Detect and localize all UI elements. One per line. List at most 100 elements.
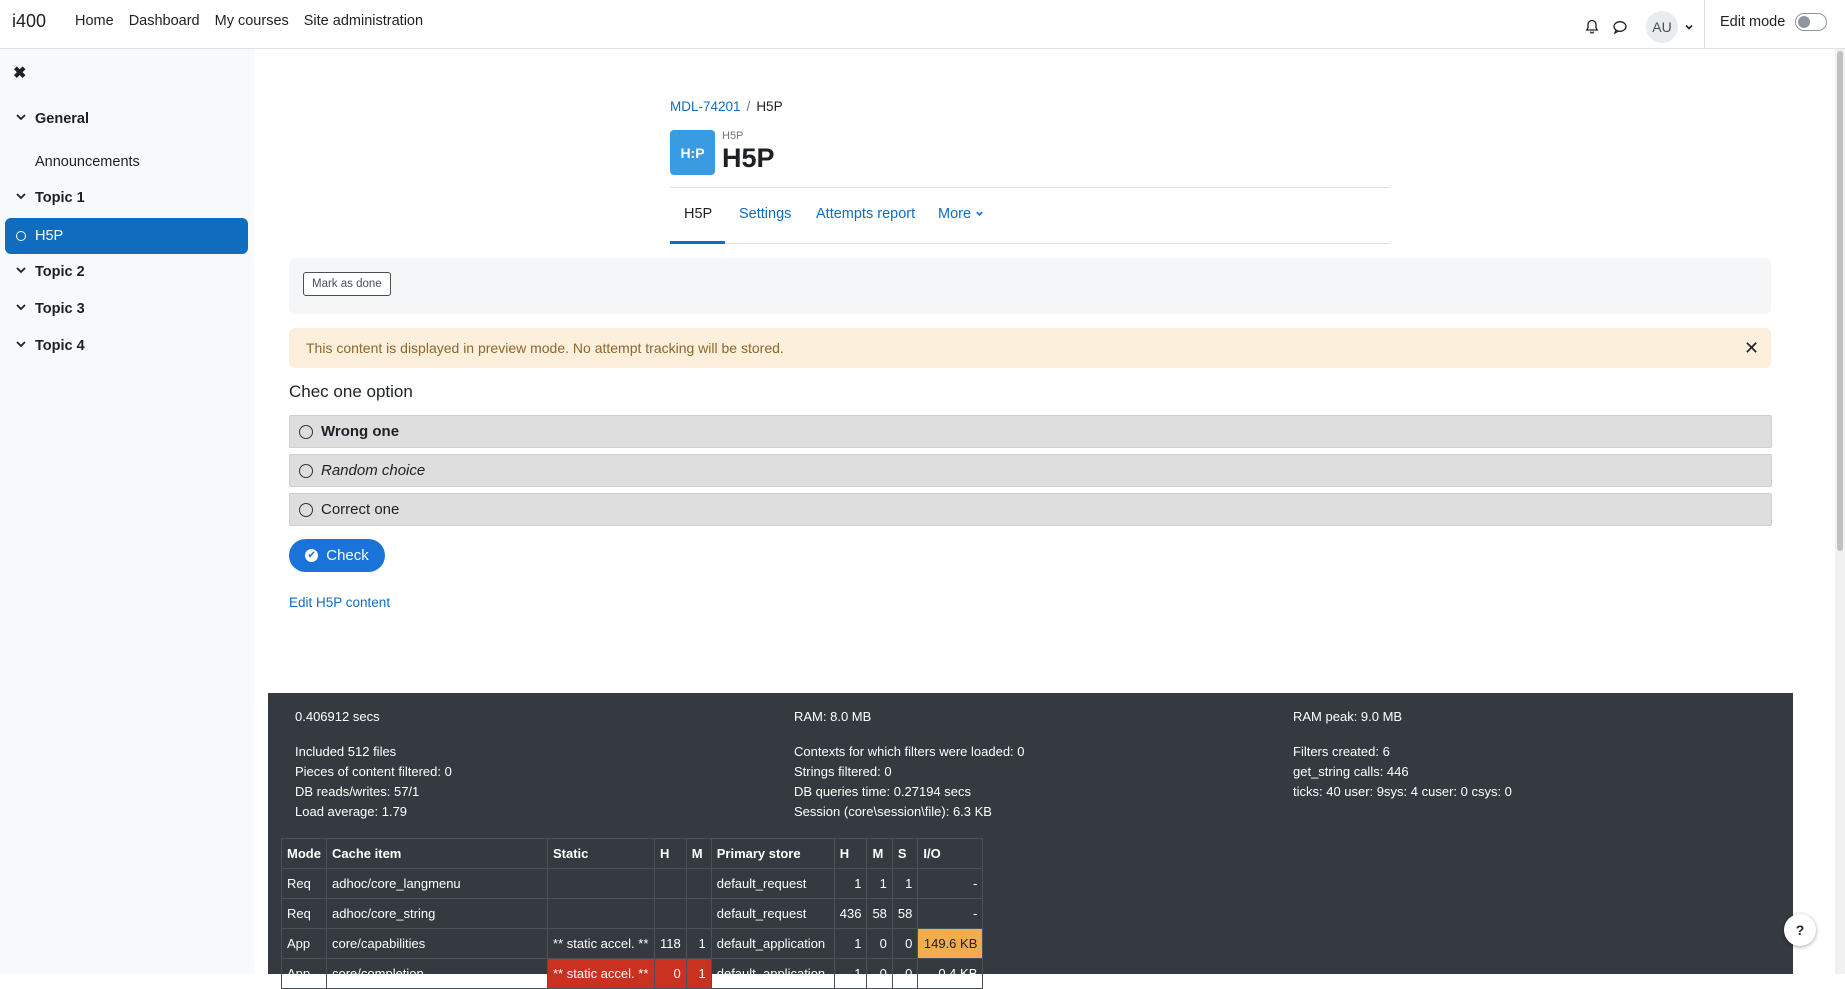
help-button[interactable]: ? (1784, 914, 1816, 946)
cache-stats-table: Mode Cache item Static H M Primary store… (281, 838, 984, 989)
user-nav: AU (1578, 11, 1694, 43)
nav-dashboard[interactable]: Dashboard (129, 13, 200, 29)
radio-icon[interactable] (299, 425, 313, 439)
chevron-down-icon[interactable] (1684, 19, 1694, 36)
perf-stat: Contexts for which filters were loaded: … (794, 744, 1025, 759)
edit-mode-toggle[interactable] (1795, 13, 1828, 31)
table-cell (547, 868, 655, 899)
breadcrumb-course[interactable]: MDL-74201 (670, 99, 741, 114)
tab-more[interactable]: More (938, 206, 984, 222)
perf-stat: Strings filtered: 0 (794, 764, 892, 779)
section-topic-4[interactable]: Topic 4 (0, 328, 254, 364)
answer-option[interactable]: Correct one (289, 493, 1772, 526)
table-cell: - (917, 898, 984, 929)
nav-site-administration[interactable]: Site administration (304, 13, 423, 29)
tab-h5p[interactable]: H5P (684, 206, 712, 222)
completion-circle-icon (16, 231, 26, 241)
column-header: M (866, 838, 893, 869)
section-general[interactable]: General (0, 101, 254, 137)
table-cell: default_application (710, 928, 835, 959)
perf-stat: Included 512 files (295, 744, 397, 759)
radio-icon[interactable] (299, 503, 313, 517)
section-topic-3[interactable]: Topic 3 (0, 291, 254, 327)
site-brand[interactable]: i400 (12, 11, 46, 32)
table-cell: 58 (866, 898, 893, 929)
table-cell: 1 (833, 868, 868, 899)
tab-settings[interactable]: Settings (739, 206, 791, 222)
table-cell: adhoc/core_string (326, 898, 548, 929)
section-topic-2[interactable]: Topic 2 (0, 254, 254, 290)
close-icon[interactable]: ✖ (13, 63, 26, 83)
course-index-drawer: ✖ General Announcements Topic 1 H5P Topi… (0, 49, 254, 974)
chevron-down-icon[interactable] (15, 189, 27, 206)
section-topic-1[interactable]: Topic 1 (0, 180, 254, 216)
primary-navigation: Home Dashboard My courses Site administr… (75, 13, 438, 29)
table-cell: - (917, 868, 984, 899)
activity-type-label: H5P (722, 130, 744, 142)
chevron-down-icon (976, 211, 983, 216)
nav-home[interactable]: Home (75, 13, 114, 29)
radio-icon[interactable] (299, 464, 313, 478)
page-scrollbar[interactable] (1835, 49, 1845, 974)
table-row: Req adhoc/core_langmenu default_request … (281, 868, 984, 899)
activity-completion: Mark as done (289, 258, 1771, 314)
page-title: H5P (722, 143, 775, 173)
answer-label: Correct one (321, 501, 400, 518)
section-label: Topic 3 (35, 301, 85, 317)
edit-h5p-content-link[interactable]: Edit H5P content (289, 595, 390, 610)
answer-option[interactable]: Random choice (289, 454, 1772, 487)
tab-more-label: More (938, 206, 972, 222)
activity-h5p-current[interactable]: H5P (5, 218, 248, 254)
bell-icon[interactable] (1578, 13, 1606, 41)
perf-stat: DB reads/writes: 57/1 (295, 784, 420, 799)
edit-mode-switch[interactable]: Edit mode (1720, 13, 1828, 31)
perf-stat: get_string calls: 446 (1293, 764, 1409, 779)
preview-mode-alert: This content is displayed in preview mod… (289, 328, 1771, 368)
answer-label: Random choice (321, 462, 426, 479)
close-icon[interactable]: ✕ (1744, 338, 1759, 359)
table-cell (685, 898, 712, 929)
section-label: Topic 4 (35, 338, 85, 354)
scrollbar-thumb[interactable] (1837, 51, 1843, 551)
tab-attempts-report[interactable]: Attempts report (816, 206, 915, 222)
table-cell: default_request (710, 898, 835, 929)
chevron-down-icon[interactable] (15, 110, 27, 127)
column-header: I/O (917, 838, 984, 869)
perf-stat: Load average: 1.79 (295, 804, 408, 819)
active-tab-indicator (670, 241, 725, 244)
message-icon[interactable] (1606, 13, 1634, 41)
navbar-divider (1704, 0, 1705, 49)
table-cell: 1 (685, 928, 712, 959)
question-text: Chec one option (289, 382, 413, 401)
table-cell: 149.6 KB (917, 928, 984, 959)
check-button[interactable]: ✔ Check (289, 539, 385, 572)
mark-as-done-button[interactable]: Mark as done (303, 272, 391, 296)
avatar[interactable]: AU (1646, 11, 1678, 43)
answer-option[interactable]: Wrong one (289, 415, 1772, 448)
column-header: M (685, 838, 712, 869)
table-cell (654, 868, 687, 899)
table-header-row: Mode Cache item Static H M Primary store… (281, 838, 984, 869)
activity-announcements[interactable]: Announcements (35, 154, 140, 170)
performance-info: 0.406912 secs RAM: 8.0 MB RAM peak: 9.0 … (268, 693, 1793, 989)
table-cell: 1 (866, 868, 893, 899)
chevron-down-icon[interactable] (15, 263, 27, 280)
perf-stat: Pieces of content filtered: 0 (295, 764, 452, 779)
edit-mode-label: Edit mode (1720, 14, 1786, 30)
table-cell: 436 (833, 898, 868, 929)
table-cell: default_request (710, 868, 835, 899)
nav-my-courses[interactable]: My courses (215, 13, 289, 29)
table-cell: 118 (654, 928, 687, 959)
column-header: Primary store (710, 838, 835, 869)
chevron-down-icon[interactable] (15, 337, 27, 354)
perf-secs: 0.406912 secs (295, 709, 380, 724)
perf-stat: Filters created: 6 (1293, 744, 1390, 759)
table-cell: adhoc/core_langmenu (326, 868, 548, 899)
table-cell (547, 898, 655, 929)
section-label: Topic 1 (35, 190, 85, 206)
chevron-down-icon[interactable] (15, 300, 27, 317)
table-cell: 0 (891, 928, 919, 959)
table-row: App core/capabilities ** static accel. *… (281, 928, 984, 959)
column-header: H (833, 838, 868, 869)
check-circle-icon: ✔ (305, 549, 319, 562)
